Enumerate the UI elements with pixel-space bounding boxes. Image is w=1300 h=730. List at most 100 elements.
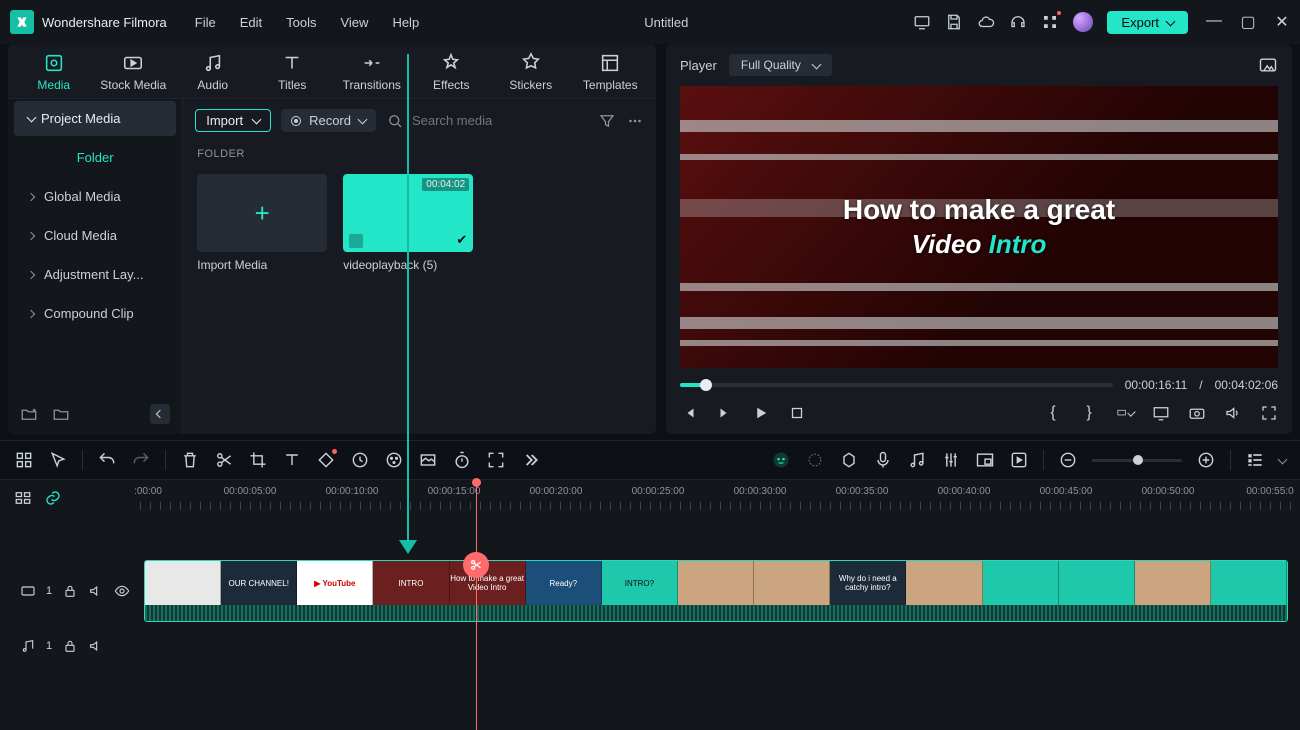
sidebar-compound-clip[interactable]: Compound Clip: [14, 296, 176, 331]
collapse-sidebar-button[interactable]: [150, 404, 170, 424]
grid-icon[interactable]: [14, 450, 34, 470]
menu-edit[interactable]: Edit: [240, 15, 262, 30]
filter-icon[interactable]: [598, 112, 616, 130]
time-ruler[interactable]: :00:0000:00:05:0000:00:10:0000:00:15:000…: [140, 480, 1300, 516]
speed-icon[interactable]: [350, 450, 370, 470]
sparkle-icon[interactable]: [805, 450, 825, 470]
playhead[interactable]: [476, 480, 477, 730]
text-icon[interactable]: [282, 450, 302, 470]
music-icon[interactable]: [907, 450, 927, 470]
timer-icon[interactable]: [452, 450, 472, 470]
view-menu-icon[interactable]: [1245, 450, 1265, 470]
stop-icon[interactable]: [788, 404, 806, 422]
mask-icon[interactable]: [418, 450, 438, 470]
sidebar-folder[interactable]: Folder: [14, 140, 176, 175]
new-folder-icon[interactable]: [52, 405, 70, 423]
import-button[interactable]: Import: [195, 109, 271, 132]
scissors-icon[interactable]: [214, 450, 234, 470]
ai-icon[interactable]: [771, 450, 791, 470]
keyframe-icon[interactable]: [316, 450, 336, 470]
scrub-bar[interactable]: [680, 383, 1113, 387]
tab-transitions[interactable]: Transitions: [332, 52, 412, 98]
export-button[interactable]: Export: [1107, 11, 1188, 34]
tab-titles[interactable]: Titles: [253, 52, 333, 98]
tab-media[interactable]: Media: [14, 52, 94, 98]
menu-file[interactable]: File: [195, 15, 216, 30]
zoom-slider[interactable]: [1092, 459, 1182, 462]
crop-icon[interactable]: [248, 450, 268, 470]
zoom-out-icon[interactable]: [1058, 450, 1078, 470]
audio-track-clips[interactable]: [140, 626, 1300, 666]
mute-icon[interactable]: [88, 638, 104, 654]
audio-track-icon[interactable]: [20, 638, 36, 654]
volume-icon[interactable]: [1224, 404, 1242, 422]
cloud-icon[interactable]: [977, 13, 995, 31]
close-button[interactable]: ✕: [1274, 12, 1290, 32]
redo-icon[interactable]: [131, 450, 151, 470]
save-icon[interactable]: [945, 13, 963, 31]
zoom-in-icon[interactable]: [1196, 450, 1216, 470]
tab-templates[interactable]: Templates: [571, 52, 651, 98]
tab-stickers[interactable]: Stickers: [491, 52, 571, 98]
menu-help[interactable]: Help: [392, 15, 419, 30]
scrub-knob[interactable]: [700, 379, 712, 391]
tab-stock-media[interactable]: Stock Media: [94, 52, 174, 98]
track-manager-icon[interactable]: [14, 489, 32, 507]
video-preview[interactable]: How to make a great Video Intro: [680, 86, 1278, 368]
search-icon[interactable]: [386, 112, 404, 130]
next-frame-icon[interactable]: [716, 404, 734, 422]
marker-icon[interactable]: [839, 450, 859, 470]
minimize-button[interactable]: —: [1206, 12, 1222, 32]
mic-icon[interactable]: [873, 450, 893, 470]
pip-icon[interactable]: [975, 450, 995, 470]
record-button[interactable]: Record: [281, 109, 376, 132]
ratio-icon[interactable]: [1116, 404, 1134, 422]
sidebar-adjustment-layer[interactable]: Adjustment Lay...: [14, 257, 176, 292]
library-panel: Media Stock Media Audio Titles Transitio…: [8, 44, 656, 434]
eye-icon[interactable]: [114, 583, 130, 599]
mixer-icon[interactable]: [941, 450, 961, 470]
menu-tools[interactable]: Tools: [286, 15, 316, 30]
cursor-icon[interactable]: [48, 450, 68, 470]
delete-icon[interactable]: [180, 450, 200, 470]
link-icon[interactable]: [44, 489, 62, 507]
display-icon[interactable]: [1152, 404, 1170, 422]
user-avatar[interactable]: [1073, 12, 1093, 32]
undo-icon[interactable]: [97, 450, 117, 470]
new-folder-plus-icon[interactable]: [20, 405, 38, 423]
expand-icon[interactable]: [486, 450, 506, 470]
video-track-icon[interactable]: [20, 583, 36, 599]
zoom-knob[interactable]: [1133, 455, 1143, 465]
tab-audio[interactable]: Audio: [173, 52, 253, 98]
apps-icon[interactable]: [1041, 13, 1059, 31]
screen-icon[interactable]: [913, 13, 931, 31]
chevron-down-icon[interactable]: [1278, 454, 1288, 464]
sidebar-global-media[interactable]: Global Media: [14, 179, 176, 214]
play-icon[interactable]: [752, 404, 770, 422]
snapshot-icon[interactable]: [1258, 55, 1278, 75]
search-input[interactable]: [412, 113, 588, 128]
more-icon[interactable]: [626, 112, 644, 130]
lock-icon[interactable]: [62, 638, 78, 654]
fullscreen-icon[interactable]: [1260, 404, 1278, 422]
sidebar-project-media[interactable]: Project Media: [14, 101, 176, 136]
sidebar-cloud-media[interactable]: Cloud Media: [14, 218, 176, 253]
more-tools-icon[interactable]: [520, 450, 540, 470]
video-track-clips[interactable]: OUR CHANNEL!▶ YouTubeINTROHow to make a …: [140, 556, 1300, 626]
camera-icon[interactable]: [1188, 404, 1206, 422]
import-media-tile[interactable]: + Import Media: [197, 174, 327, 272]
lock-icon[interactable]: [62, 583, 78, 599]
mute-icon[interactable]: [88, 583, 104, 599]
mark-out-icon[interactable]: }: [1080, 404, 1098, 422]
quality-dropdown[interactable]: Full Quality: [729, 54, 832, 76]
headset-icon[interactable]: [1009, 13, 1027, 31]
render-icon[interactable]: [1009, 450, 1029, 470]
split-badge[interactable]: [463, 552, 489, 578]
menu-view[interactable]: View: [340, 15, 368, 30]
color-icon[interactable]: [384, 450, 404, 470]
video-clip[interactable]: OUR CHANNEL!▶ YouTubeINTROHow to make a …: [144, 560, 1288, 622]
mark-in-icon[interactable]: {: [1044, 404, 1062, 422]
maximize-button[interactable]: ▢: [1240, 12, 1256, 32]
prev-frame-icon[interactable]: [680, 404, 698, 422]
tab-effects[interactable]: Effects: [412, 52, 492, 98]
